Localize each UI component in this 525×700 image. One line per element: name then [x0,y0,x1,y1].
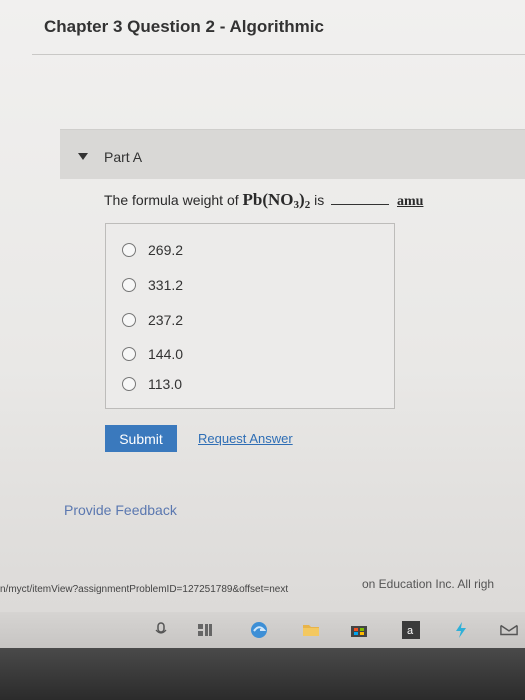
question-suffix: is [314,192,325,208]
browser-icon[interactable] [250,621,268,639]
monitor-bezel [0,648,525,700]
choice-option[interactable]: 113.0 [122,374,182,394]
radio-button[interactable] [122,278,136,292]
svg-text:a: a [407,625,414,637]
status-bar-url: n/myct/itemView?assignmentProblemID=1272… [0,584,289,595]
choice-option[interactable]: 269.2 [122,240,183,260]
choice-label: 269.2 [148,242,184,258]
question-text: The formula weight of Pb(NO3)2 is [104,190,390,211]
caret-down-icon[interactable] [78,153,88,160]
choice-label: 237.2 [148,312,184,328]
mail-icon[interactable] [500,621,518,639]
radio-button[interactable] [122,347,136,361]
title-divider [32,54,525,55]
choice-option[interactable]: 237.2 [122,310,183,330]
chemical-formula: Pb(NO3)2 [242,190,311,211]
page: Chapter 3 Question 2 - Algorithmic Part … [0,0,525,612]
choice-option[interactable]: 331.2 [122,275,183,295]
bolt-icon[interactable] [452,621,470,639]
radio-button[interactable] [122,243,136,257]
unit-label: amu [397,194,424,209]
task-view-icon[interactable] [196,621,214,639]
radio-button[interactable] [122,313,136,327]
store-icon[interactable] [350,621,368,639]
question-prefix: The formula weight of [104,192,239,208]
provide-feedback-link[interactable]: Provide Feedback [64,502,177,518]
folder-icon[interactable] [302,621,320,639]
chapter-title: Chapter 3 Question 2 - Algorithmic [44,17,324,36]
copyright-text: on Education Inc. All righ [362,577,495,591]
choice-list: 269.2 331.2 237.2 144.0 113.0 [105,223,395,409]
request-answer-link[interactable]: Request Answer [198,431,293,446]
radio-button[interactable] [122,377,136,391]
microphone-icon[interactable] [152,621,170,639]
answer-blank [331,193,390,205]
choice-label: 331.2 [148,277,184,293]
choice-option[interactable]: 144.0 [122,344,183,364]
part-label[interactable]: Part A [104,149,142,165]
submit-button[interactable]: Submit [105,425,177,452]
amazon-icon[interactable]: a [402,621,420,639]
choice-label: 144.0 [148,346,184,362]
choice-label: 113.0 [148,376,182,392]
